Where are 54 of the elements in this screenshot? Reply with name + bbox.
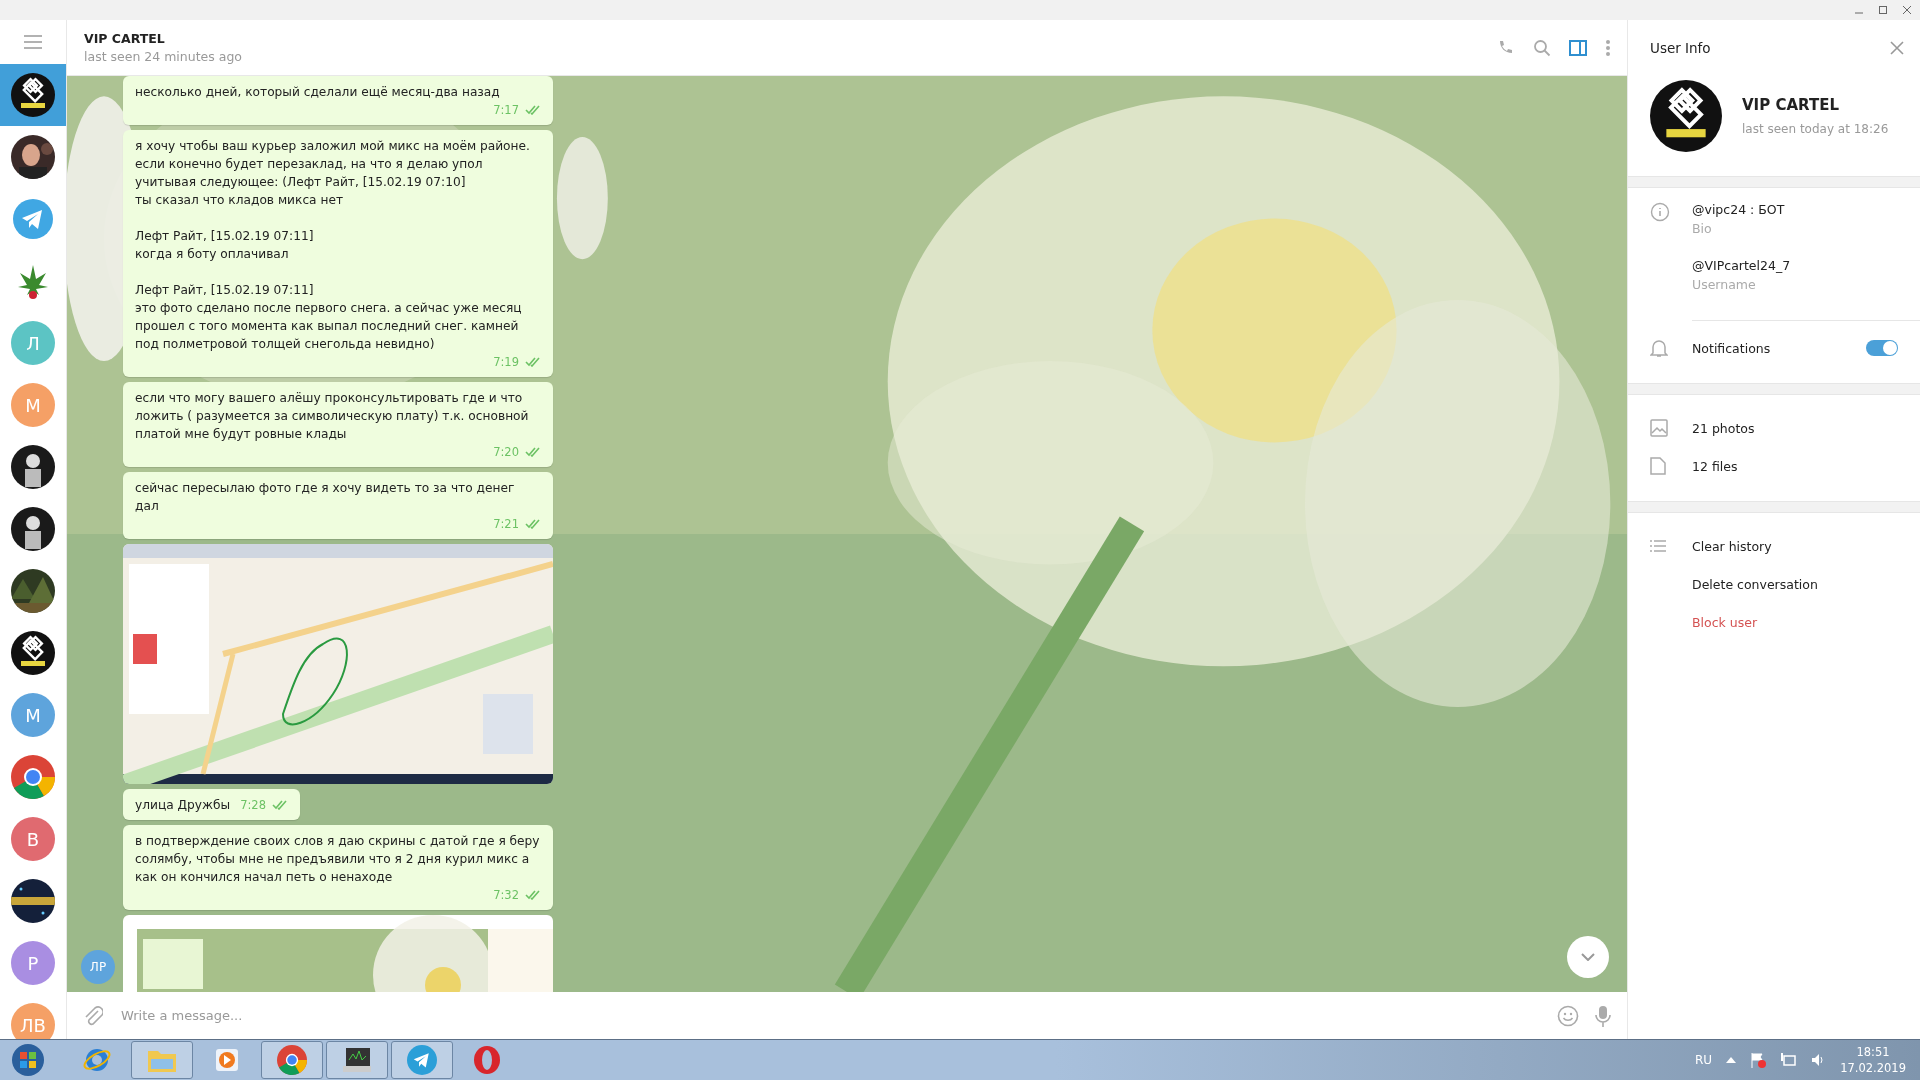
chat-list-item[interactable] [0, 64, 66, 126]
chrome-icon[interactable] [277, 1045, 307, 1075]
attach-icon[interactable] [83, 1004, 103, 1027]
flag-icon[interactable] [1750, 1052, 1767, 1068]
close-icon[interactable] [1902, 5, 1912, 15]
detail-value: @VIPcartel24_7 [1692, 258, 1792, 273]
bell-icon [1650, 338, 1668, 358]
menu-icon[interactable] [24, 35, 42, 49]
image-icon [1650, 419, 1668, 437]
profile-status: last seen today at 18:26 [1742, 122, 1889, 136]
monitor-icon[interactable] [342, 1046, 372, 1074]
network-icon[interactable] [1780, 1052, 1797, 1068]
telegram-icon[interactable] [407, 1045, 437, 1075]
more-icon[interactable] [1605, 38, 1611, 57]
telegram-icon [13, 199, 53, 239]
action-row[interactable]: Delete conversation [1628, 565, 1920, 603]
chrome-icon [11, 755, 55, 799]
close-icon[interactable] [1890, 40, 1904, 55]
file-icon [1650, 457, 1666, 475]
microphone-icon[interactable] [1595, 1004, 1611, 1027]
opera-icon[interactable] [472, 1045, 502, 1075]
list-icon [1650, 540, 1666, 552]
detail-label: Username [1692, 277, 1757, 292]
vip-logo-icon [11, 631, 55, 675]
avatar-initial: Л [11, 321, 55, 365]
avatar-initial: ЛВ [11, 1003, 55, 1039]
profile-name: VIP CARTEL [1742, 96, 1840, 114]
chat-status: last seen 24 minutes ago [84, 49, 243, 64]
media-player-icon[interactable] [213, 1046, 241, 1074]
avatar-initial: М [11, 383, 55, 427]
detail-label: Bio [1692, 221, 1713, 236]
notifications-toggle[interactable] [1866, 340, 1898, 356]
search-icon[interactable] [1533, 38, 1551, 57]
info-icon [1650, 202, 1670, 222]
language-indicator[interactable]: RU [1695, 1053, 1713, 1067]
side-panel-icon[interactable] [1569, 39, 1587, 56]
start-button[interactable] [11, 1043, 45, 1077]
action-row[interactable]: Clear history [1628, 527, 1920, 565]
media-row[interactable]: 12 files [1628, 447, 1920, 485]
maximize-icon[interactable] [1878, 5, 1888, 15]
avatar-initial: Р [11, 941, 55, 985]
tray-arrow-icon[interactable] [1726, 1057, 1737, 1063]
action-row[interactable]: Block user [1628, 603, 1920, 641]
vip-logo-icon [11, 73, 55, 117]
clock[interactable]: 18:51 17.02.2019 [1840, 1045, 1906, 1075]
avatar-initial: В [11, 817, 55, 861]
avatar-initial: М [11, 693, 55, 737]
vip-logo-icon [1650, 80, 1722, 152]
media-row[interactable]: 21 photos [1628, 409, 1920, 447]
panel-title: User Info [1650, 39, 1711, 56]
emoji-icon[interactable] [1557, 1004, 1579, 1027]
notifications-label: Notifications [1692, 340, 1772, 356]
detail-value: @vipc24 : БОТ [1692, 202, 1786, 217]
chat-title: VIP CARTEL [84, 31, 166, 46]
